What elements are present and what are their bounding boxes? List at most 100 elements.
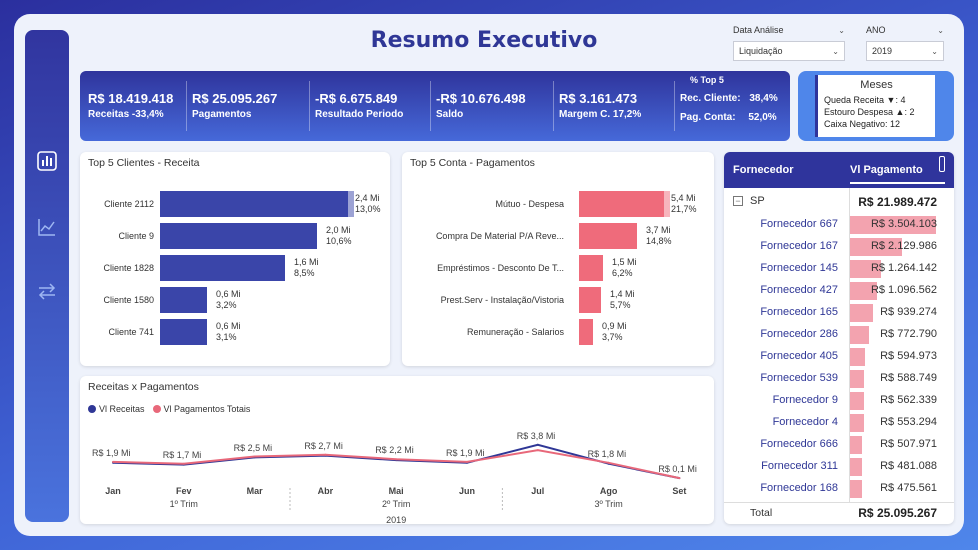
x-tick-label: Jan bbox=[105, 486, 121, 496]
table-row[interactable]: Fornecedor 167 R$ 2.129.986 bbox=[724, 236, 954, 258]
bar[interactable] bbox=[579, 255, 603, 281]
value-bar bbox=[850, 458, 862, 476]
table-row[interactable]: Fornecedor 539 R$ 588.749 bbox=[724, 368, 954, 390]
table-row[interactable]: Fornecedor 4 R$ 553.294 bbox=[724, 412, 954, 434]
table-row[interactable]: Fornecedor 666 R$ 507.971 bbox=[724, 434, 954, 456]
bar-percent-label: 5,7% bbox=[610, 300, 631, 310]
pagamento-value: R$ 2.129.986 bbox=[870, 240, 937, 252]
data-label: R$ 2,7 Mi bbox=[304, 440, 343, 451]
data-label: R$ 1,7 Mi bbox=[162, 449, 202, 460]
receitas-pagamentos-card: Receitas x Pagamentos Vl Receitas Vl Pag… bbox=[80, 376, 714, 525]
data-point[interactable] bbox=[607, 461, 610, 464]
bar[interactable] bbox=[160, 223, 317, 249]
value-bar bbox=[850, 436, 862, 454]
filter-dropdown[interactable]: 2019 ⌄ bbox=[866, 41, 944, 61]
chevron-down-icon[interactable]: ⌄ bbox=[937, 26, 944, 35]
pagamento-value: R$ 1.096.562 bbox=[870, 284, 937, 296]
table-row[interactable]: Fornecedor 168 R$ 475.561 bbox=[724, 478, 954, 500]
data-point[interactable] bbox=[395, 458, 398, 461]
bar-chart-icon[interactable] bbox=[36, 150, 58, 172]
bar[interactable] bbox=[579, 319, 593, 345]
collapse-icon[interactable]: − bbox=[733, 196, 743, 206]
table-row[interactable]: Fornecedor 667 R$ 3.504.103 bbox=[724, 214, 954, 236]
bar-category-label: Cliente 9 bbox=[118, 231, 154, 241]
pagamento-value: R$ 939.274 bbox=[880, 306, 937, 318]
data-point[interactable] bbox=[182, 462, 185, 465]
bar-value-label: 2,4 Mi bbox=[355, 193, 380, 203]
bar-value-label: 0,6 Mi bbox=[216, 321, 241, 331]
swap-arrows-icon[interactable] bbox=[36, 280, 58, 302]
bar[interactable] bbox=[579, 223, 637, 249]
filter-ano[interactable]: ANO ⌄ 2019 ⌄ bbox=[866, 23, 944, 61]
table-row[interactable]: Fornecedor 165 R$ 939.274 bbox=[724, 302, 954, 324]
bar-value-label: 1,4 Mi bbox=[610, 289, 635, 299]
x-tick-label: Abr bbox=[317, 486, 334, 496]
bar-percent-label: 21,7% bbox=[671, 204, 697, 214]
top5-value: 52,0% bbox=[748, 112, 777, 123]
top5-rec-cliente: Rec. Cliente: 38,4% bbox=[680, 93, 778, 104]
bar[interactable] bbox=[579, 287, 601, 313]
filter-dropdown[interactable]: Liquidação ⌄ bbox=[733, 41, 845, 61]
table-row[interactable]: Fornecedor 145 R$ 1.264.142 bbox=[724, 258, 954, 280]
fornecedor-name: Fornecedor 167 bbox=[760, 240, 838, 252]
table-row[interactable]: Fornecedor 9 R$ 562.339 bbox=[724, 390, 954, 412]
fornecedor-name: Fornecedor 9 bbox=[772, 394, 838, 406]
bar-percent-label: 13,0% bbox=[355, 204, 381, 214]
pagamento-value: R$ 475.561 bbox=[880, 482, 937, 494]
total-value: R$ 25.095.267 bbox=[858, 506, 937, 520]
data-point[interactable] bbox=[112, 460, 114, 463]
value-bar bbox=[850, 348, 865, 366]
data-label: R$ 3,8 Mi bbox=[516, 430, 556, 441]
kpi-value: R$ 3.161.473 bbox=[559, 91, 638, 106]
table-row[interactable]: Fornecedor 405 R$ 594.973 bbox=[724, 346, 954, 368]
table-row[interactable]: Fornecedor 286 R$ 772.790 bbox=[724, 324, 954, 346]
data-point[interactable] bbox=[678, 477, 681, 480]
bar[interactable] bbox=[160, 255, 285, 281]
bar[interactable] bbox=[160, 191, 348, 217]
table-header: Fornecedor Vl Pagamento bbox=[724, 152, 954, 188]
bar[interactable] bbox=[160, 287, 207, 313]
top5-label: Pag. Conta: bbox=[680, 112, 736, 123]
year-label: 2019 bbox=[386, 515, 407, 525]
data-point[interactable] bbox=[466, 460, 468, 463]
data-label: R$ 2,5 Mi bbox=[233, 442, 273, 453]
scrollbar-thumb[interactable] bbox=[939, 156, 945, 172]
chevron-down-icon[interactable]: ⌄ bbox=[838, 26, 845, 35]
filter-data-analise[interactable]: Data Análise ⌄ Liquidação ⌄ bbox=[733, 23, 845, 61]
bar-value-label: 5,4 Mi bbox=[671, 193, 696, 203]
data-point[interactable] bbox=[253, 455, 256, 458]
meses-line: Caixa Negativo: 12 bbox=[824, 119, 901, 129]
kpi-label: Saldo bbox=[436, 109, 464, 120]
bar-category-label: Mútuo - Despesa bbox=[495, 199, 564, 209]
kpi-divider bbox=[430, 81, 431, 131]
bar[interactable] bbox=[160, 319, 207, 345]
table-group-row[interactable]: − SP R$ 21.989.472 bbox=[724, 192, 954, 214]
pagamento-value: R$ 507.971 bbox=[880, 438, 937, 450]
bar-value-label: 2,0 Mi bbox=[326, 225, 351, 235]
column-header-fornecedor[interactable]: Fornecedor bbox=[733, 164, 794, 176]
value-bar bbox=[850, 392, 864, 410]
table-row[interactable]: Fornecedor 427 R$ 1.096.562 bbox=[724, 280, 954, 302]
data-point[interactable] bbox=[536, 443, 539, 446]
data-point[interactable] bbox=[536, 449, 539, 452]
column-header-vl-pagamento[interactable]: Vl Pagamento bbox=[850, 164, 923, 176]
meses-line: Estouro Despesa ▲: 2 bbox=[824, 107, 915, 117]
fornecedor-table: Fornecedor Vl Pagamento − SP R$ 21.989.4… bbox=[724, 152, 954, 524]
bar-percent-label: 8,5% bbox=[294, 268, 315, 278]
filter-label: ANO bbox=[866, 25, 886, 35]
kpi-saldo: -R$ 10.676.498 Saldo bbox=[436, 91, 526, 120]
table-row[interactable]: Fornecedor 311 R$ 481.088 bbox=[724, 456, 954, 478]
bar-category-label: Compra De Material P/A Reve... bbox=[435, 231, 564, 241]
nav-bar bbox=[25, 30, 69, 522]
value-bar bbox=[850, 480, 862, 498]
bar-value-label: 1,5 Mi bbox=[612, 257, 637, 267]
data-point[interactable] bbox=[324, 453, 327, 456]
bar[interactable] bbox=[579, 191, 664, 217]
data-label: R$ 2,2 Mi bbox=[375, 445, 414, 456]
line-chart-icon[interactable] bbox=[36, 216, 58, 238]
bar-highlight bbox=[348, 191, 354, 217]
kpi-divider bbox=[674, 81, 675, 131]
bar-category-label: Empréstimos - Desconto De T... bbox=[437, 263, 564, 273]
bar-value-label: 3,7 Mi bbox=[646, 225, 671, 235]
bar-percent-label: 3,2% bbox=[216, 300, 237, 310]
